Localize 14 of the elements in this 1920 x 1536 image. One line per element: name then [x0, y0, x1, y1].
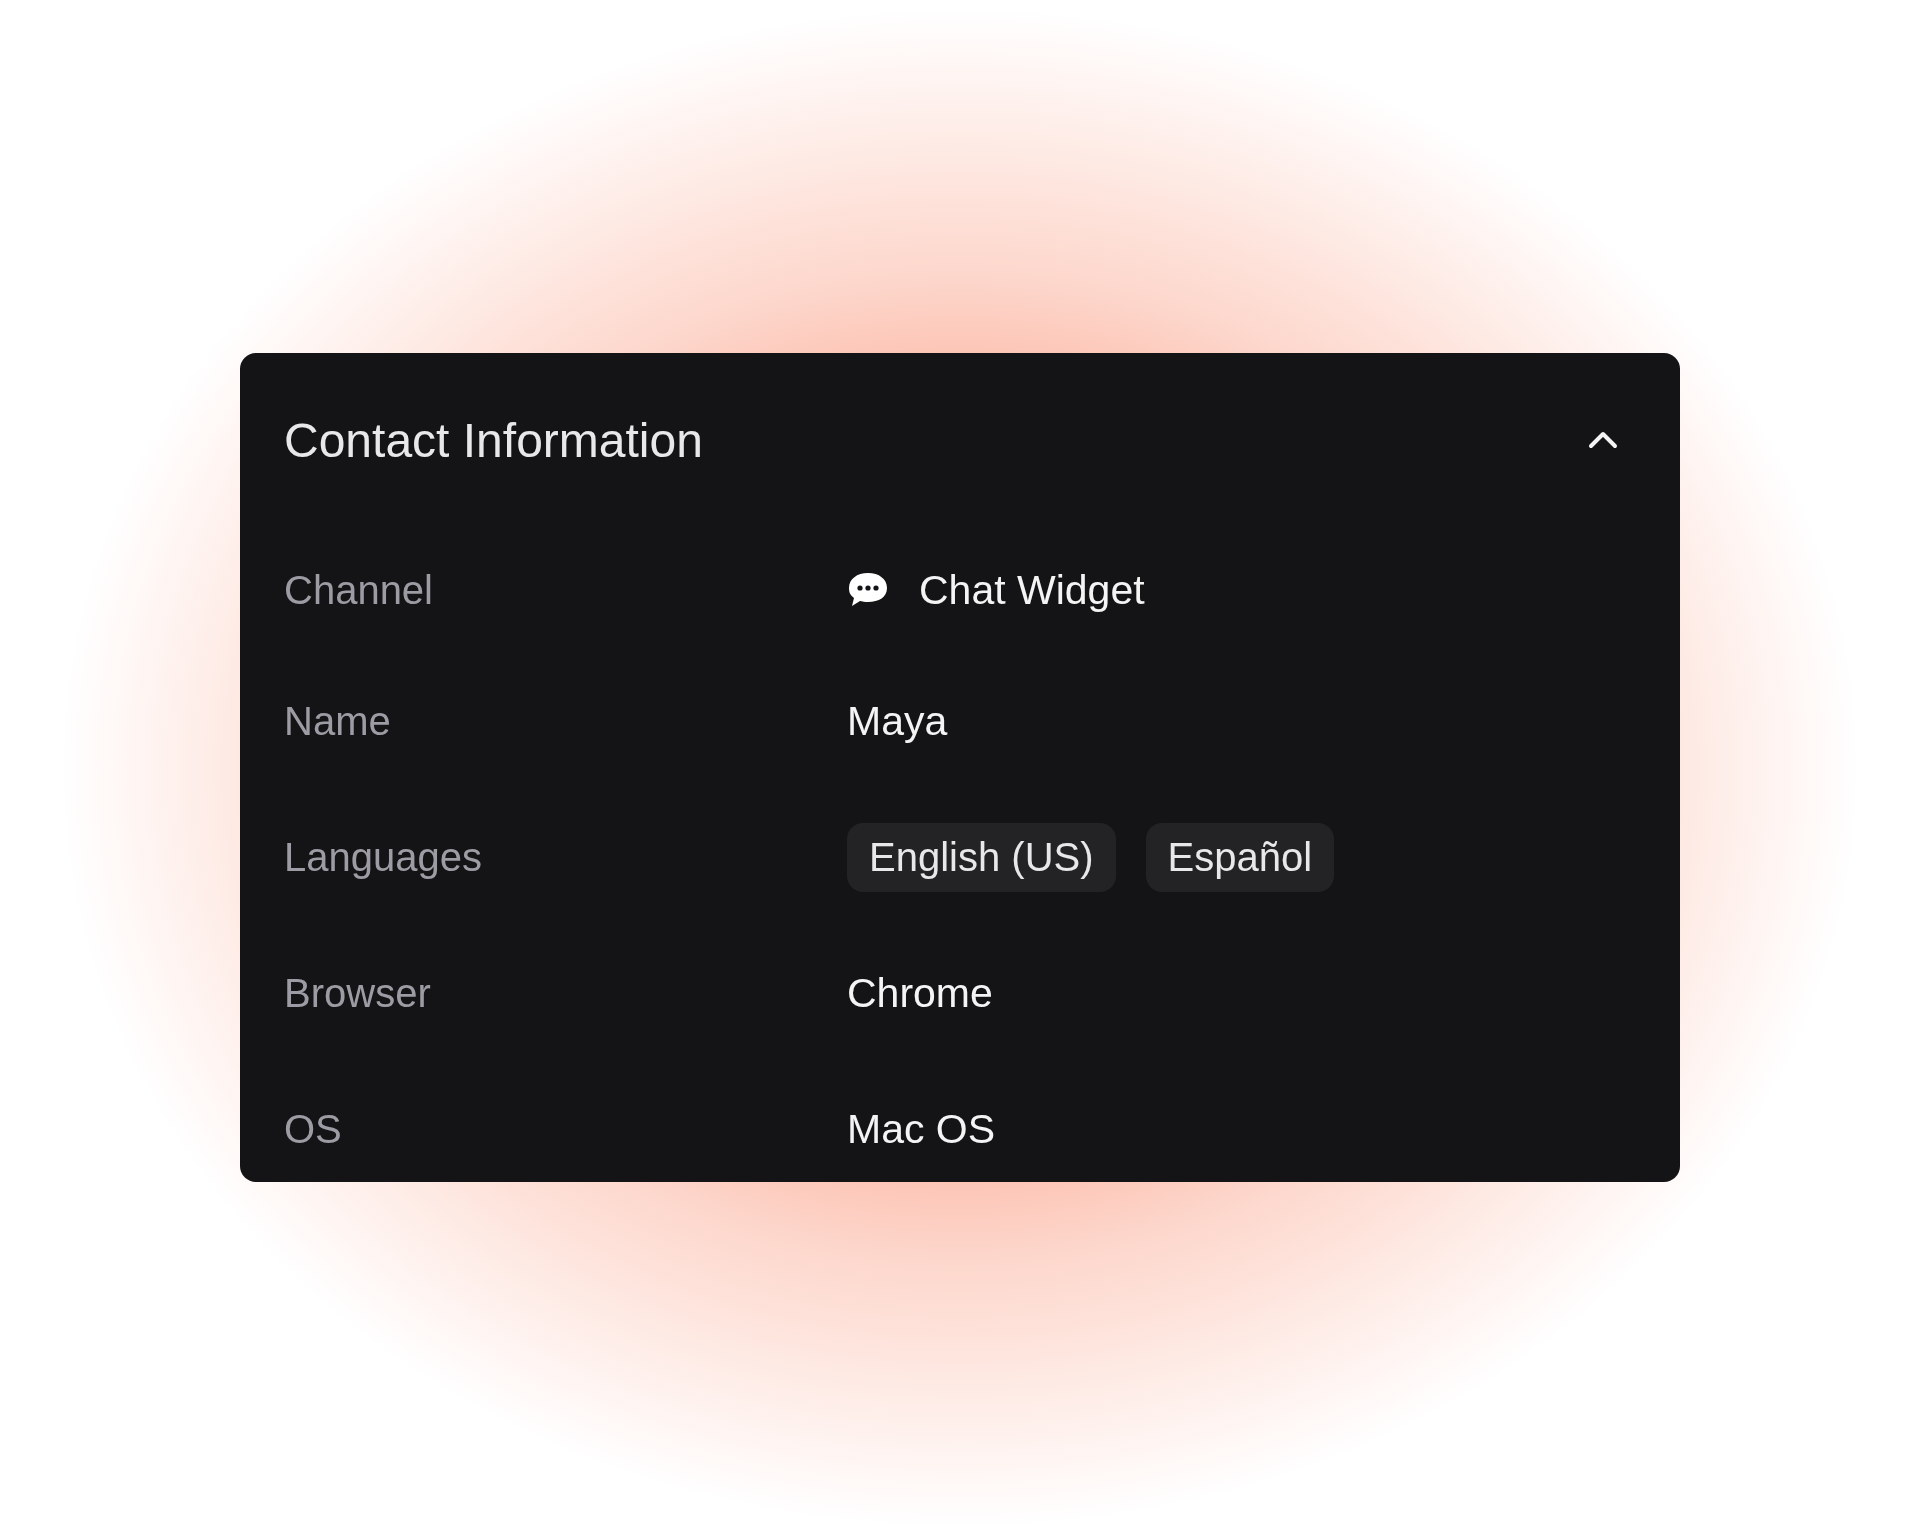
- field-value: Maya: [847, 697, 948, 745]
- field-value: Chat Widget: [919, 566, 1145, 614]
- field-label: Name: [284, 698, 392, 744]
- language-tag: Español: [1145, 822, 1335, 892]
- field-label: Browser: [284, 970, 432, 1016]
- field-value: Mac OS: [847, 1105, 996, 1153]
- chevron-icon[interactable]: [1588, 431, 1618, 449]
- language-tag: English (US): [847, 822, 1116, 892]
- field-value: Chrome: [847, 969, 993, 1017]
- field-label: OS: [284, 1106, 343, 1152]
- field-label: Languages: [284, 834, 483, 880]
- panel-title: Contact Information: [284, 412, 703, 468]
- field-label: Channel: [284, 567, 434, 613]
- chat-bubble-icon: [847, 571, 889, 609]
